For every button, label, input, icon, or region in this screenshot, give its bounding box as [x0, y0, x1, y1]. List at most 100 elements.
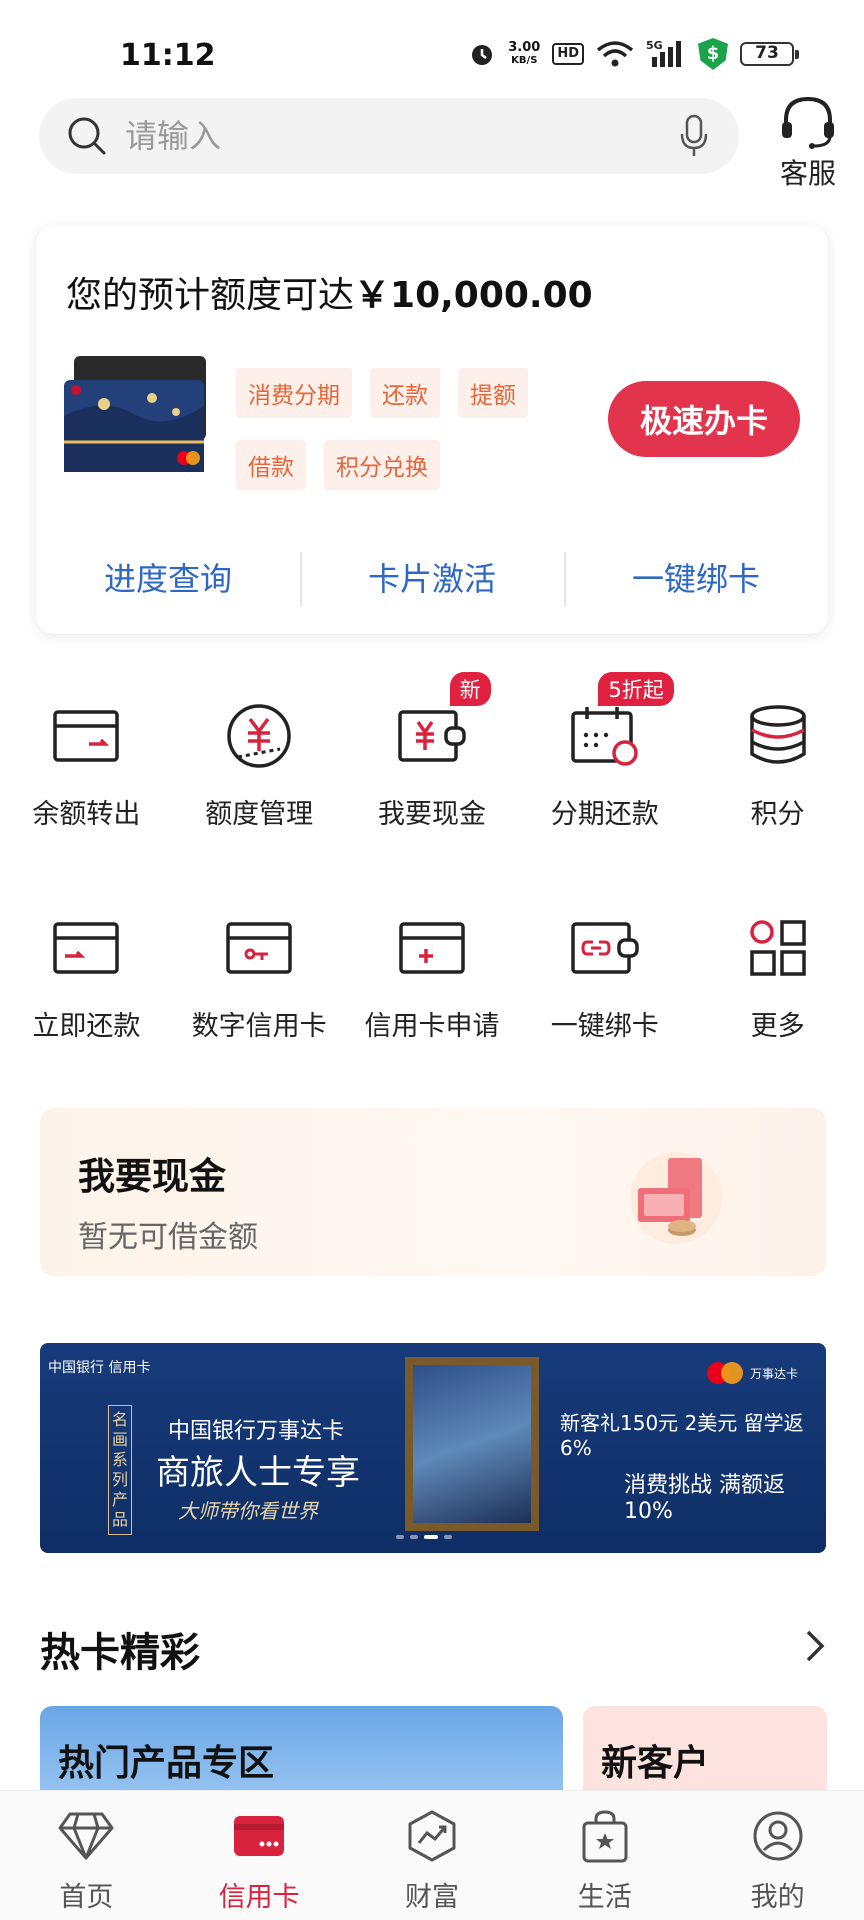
security-shield-icon: $ [698, 38, 728, 70]
tab-label: 财富 [404, 1882, 459, 1913]
more-grid-icon [749, 920, 806, 976]
card-quick-links: 进度查询 卡片激活 一键绑卡 [36, 546, 828, 612]
alarm-icon [472, 45, 493, 65]
tag-installment[interactable]: 消费分期 [236, 368, 352, 418]
grid-item-more[interactable]: 更多 [691, 908, 864, 1043]
card-transfer-icon [53, 710, 120, 762]
progress-query-link[interactable]: 进度查询 [36, 546, 300, 612]
tag-repayment[interactable]: 还款 [370, 368, 440, 418]
carousel-dots [396, 1535, 452, 1539]
status-time: 11:12 [120, 38, 216, 73]
bank-logo: 中国银行 信用卡 [48, 1360, 151, 1376]
net-speed: 3.00 KB/S [508, 40, 541, 66]
grid-item-limit-management[interactable]: 额度管理 [173, 696, 346, 831]
banner-promo-2: 消费挑战 满额返10% [624, 1473, 785, 1524]
new-badge: 新 [449, 672, 491, 706]
calendar-icon [571, 707, 638, 766]
promo-banner[interactable]: 中国银行 信用卡 名画系列产品 中国银行万事达卡 商旅人士专享 大师带你看世界 … [40, 1343, 826, 1553]
fast-apply-button[interactable]: 极速办卡 [608, 381, 800, 457]
signal-icon: 5G [646, 39, 681, 67]
credit-limit-amount: ￥10,000.00 [354, 275, 593, 316]
card-activation-link[interactable]: 卡片激活 [300, 546, 564, 612]
customer-service-label: 客服 [779, 157, 836, 190]
card-link-icon [571, 922, 639, 974]
feature-tags: 消费分期 还款 提额 借款 积分兑换 [236, 368, 596, 512]
grid-item-repay-now[interactable]: 立即还款 [0, 908, 173, 1043]
grid-label: 积分 [750, 799, 805, 830]
money-stack-icon [630, 1152, 722, 1244]
credit-limit-title: 您的预计额度可达￥10,000.00 [66, 275, 593, 316]
credit-card-panel: 您的预计额度可达￥10,000.00 消费分期 还款 提额 借款 积分兑换 极速办卡 … [36, 226, 828, 634]
tab-home[interactable]: 首页 [0, 1791, 173, 1920]
grid-item-installment-repay[interactable]: 5折起 分期还款 [518, 672, 691, 831]
grid-label: 立即还款 [32, 1011, 141, 1042]
grid-label: 数字信用卡 [191, 1011, 327, 1042]
status-icons: 3.00 KB/S HD 5G $ 73 [468, 38, 799, 70]
cash-title: 我要现金 [78, 1155, 226, 1198]
chart-icon [408, 1810, 456, 1862]
tab-label: 我的 [750, 1882, 805, 1913]
grid-item-bind-card[interactable]: 一键绑卡 [518, 908, 691, 1043]
mastercard-icon [706, 1362, 743, 1384]
search-input[interactable] [125, 112, 645, 160]
grid-label: 余额转出 [32, 799, 141, 830]
grid-item-balance-transfer[interactable]: 余额转出 [0, 696, 173, 831]
status-bar: 11:12 3.00 KB/S HD 5G $ 73 [0, 0, 864, 95]
digital-card-icon [226, 922, 292, 974]
series-label: 名画系列产品 [108, 1405, 132, 1535]
search-bar[interactable] [39, 98, 739, 174]
tab-wealth[interactable]: 财富 [346, 1791, 519, 1920]
card-stack-image [64, 356, 206, 472]
grid-label: 分期还款 [550, 799, 659, 830]
banner-promo-1: 新客礼150元 2美元 留学返6% [560, 1411, 804, 1460]
microphone-icon[interactable] [679, 114, 709, 158]
wifi-icon [596, 41, 634, 67]
bind-card-link[interactable]: 一键绑卡 [564, 546, 828, 612]
grid-item-points[interactable]: 积分 [691, 696, 864, 831]
tag-loan[interactable]: 借款 [236, 440, 306, 490]
customer-service-button[interactable]: 客服 [768, 94, 848, 192]
wallet-yuan-icon [398, 710, 466, 762]
card-repay-icon [53, 922, 120, 974]
credit-card-icon [234, 1816, 285, 1856]
painting-frame-image [405, 1357, 539, 1531]
cash-subtitle: 暂无可借金额 [78, 1220, 258, 1255]
hd-badge: HD [552, 43, 584, 65]
grid-label: 额度管理 [205, 799, 314, 830]
cash-panel[interactable]: 我要现金 暂无可借金额 [40, 1108, 826, 1276]
grid-label: 信用卡申请 [364, 1011, 500, 1042]
grid-item-digital-card[interactable]: 数字信用卡 [173, 908, 346, 1043]
tab-label: 生活 [577, 1882, 632, 1913]
yuan-circle-icon [227, 704, 291, 768]
tag-limit-increase[interactable]: 提额 [458, 368, 528, 418]
new-customer-title: 新客户 [601, 1743, 710, 1784]
grid-label: 我要现金 [377, 799, 486, 830]
tag-points-exchange[interactable]: 积分兑换 [324, 440, 440, 490]
tab-credit-card[interactable]: 信用卡 [173, 1791, 346, 1920]
tab-label: 首页 [59, 1882, 114, 1913]
chevron-right-icon[interactable] [804, 1628, 828, 1664]
grid-item-cash[interactable]: 新 我要现金 [346, 672, 519, 831]
banner-line-1: 中国银行万事达卡 [168, 1419, 345, 1444]
grid-item-card-application[interactable]: 信用卡申请 [346, 908, 519, 1043]
battery-indicator: 73 [740, 42, 799, 66]
discount-badge: 5折起 [598, 672, 674, 706]
service-grid-row-2: 立即还款 数字信用卡 信用卡申请 一键绑卡 更多 [0, 908, 864, 1043]
shopping-bag-icon [582, 1810, 628, 1863]
hot-product-title: 热门产品专区 [58, 1743, 275, 1784]
grid-label: 更多 [750, 1011, 805, 1042]
service-grid-row-1: 余额转出 额度管理 新 我要现金 5折起 分期还款 积分 [0, 672, 864, 831]
tab-life[interactable]: 生活 [518, 1791, 691, 1920]
mastercard-logo: 万事达卡 [706, 1361, 798, 1385]
bottom-tab-bar: 首页 信用卡 财富 生活 我的 [0, 1790, 864, 1920]
diamond-icon [58, 1812, 114, 1860]
search-icon [68, 117, 106, 155]
tab-mine[interactable]: 我的 [691, 1791, 864, 1920]
tab-label: 信用卡 [218, 1882, 300, 1913]
grid-label: 一键绑卡 [550, 1011, 659, 1042]
svg-text:5G: 5G [646, 39, 663, 52]
card-add-icon [399, 922, 465, 974]
coin-stack-icon [749, 705, 806, 764]
headset-icon [782, 96, 834, 149]
banner-line-3: 大师带你看世界 [178, 1499, 318, 1523]
